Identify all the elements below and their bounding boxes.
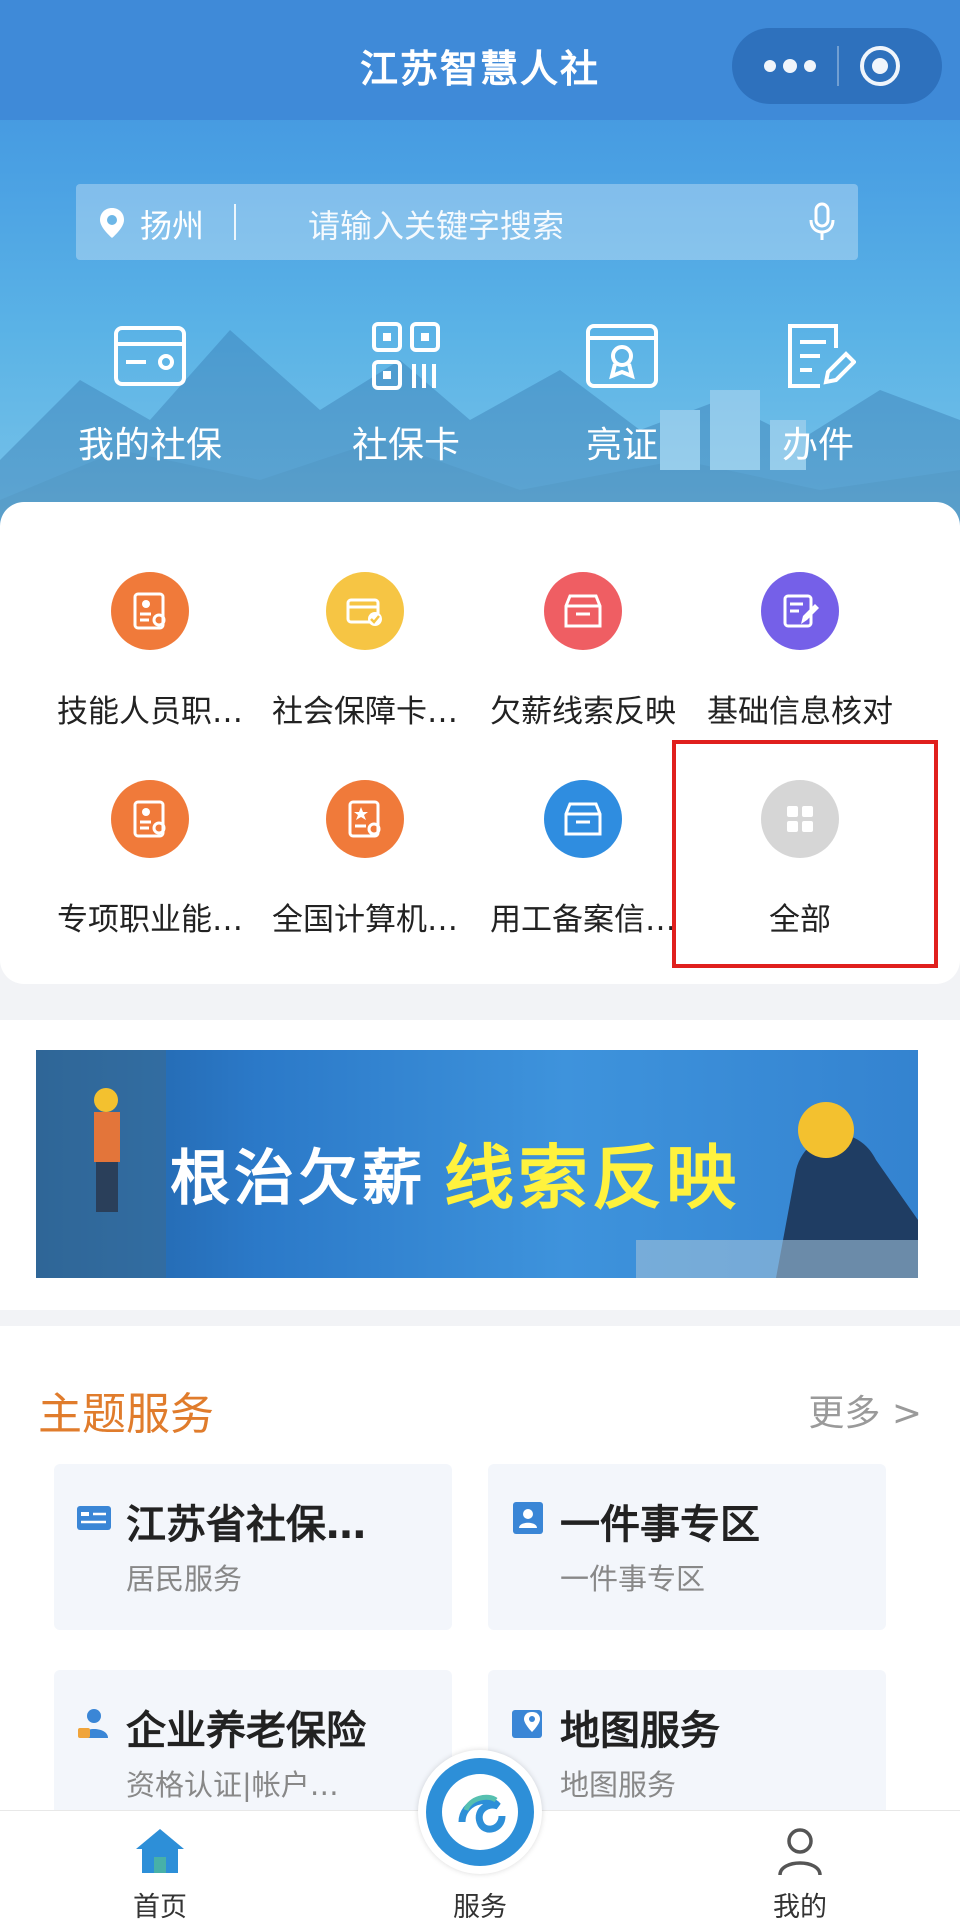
wage-arrears-banner[interactable]: 根治欠薪 线索反映 bbox=[36, 1050, 918, 1278]
pension-icon bbox=[78, 1709, 108, 1738]
tab-label: 我的 bbox=[773, 1892, 827, 1923]
service-label: 专项职业能… bbox=[57, 902, 243, 938]
close-target-icon[interactable] bbox=[858, 44, 902, 88]
edit-form-icon bbox=[761, 572, 839, 650]
quick-social-card[interactable]: 社保卡 bbox=[326, 318, 486, 468]
card-icon bbox=[114, 326, 186, 386]
theme-card-title: 企业养老保险 bbox=[126, 1708, 366, 1754]
service-vocational-cert[interactable]: 专项职业能… bbox=[40, 780, 260, 939]
edit-doc-icon bbox=[788, 324, 856, 388]
service-label: 全国计算机… bbox=[272, 902, 458, 938]
theme-card-subtitle: 地图服务 bbox=[560, 1768, 677, 1802]
quick-label: 办件 bbox=[781, 425, 854, 466]
tab-home[interactable]: 首页 bbox=[80, 1825, 240, 1924]
theme-card-subtitle: 资格认证|帐户… bbox=[126, 1768, 339, 1802]
service-info-verify[interactable]: 基础信息核对 bbox=[690, 572, 910, 731]
service-label: 用工备案信… bbox=[490, 902, 676, 938]
service-label: 社会保障卡… bbox=[272, 694, 458, 730]
service-label: 技能人员职… bbox=[57, 694, 243, 730]
service-employment-record[interactable]: 用工备案信… bbox=[473, 780, 693, 939]
theme-card-title: 江苏省社保… bbox=[126, 1502, 366, 1548]
person-badge-icon bbox=[513, 1502, 543, 1534]
search-bar[interactable]: 扬州 请输入关键字搜索 bbox=[76, 184, 858, 260]
quick-show-certificate[interactable]: 亮证 bbox=[542, 318, 702, 468]
capsule-divider bbox=[837, 46, 839, 86]
highlight-box bbox=[672, 740, 938, 968]
service-label: 基础信息核对 bbox=[707, 694, 893, 730]
tab-label: 服务 bbox=[453, 1892, 507, 1923]
more-link[interactable]: 更多 > bbox=[808, 1384, 922, 1436]
theme-card-title: 一件事专区 bbox=[560, 1502, 760, 1548]
service-skill-cert[interactable]: 技能人员职… bbox=[40, 572, 260, 731]
vocational-cert-icon bbox=[111, 780, 189, 858]
theme-card-one-thing[interactable]: 一件事专区 一件事专区 bbox=[488, 1464, 886, 1630]
mini-program-capsule bbox=[732, 28, 942, 104]
banner-text-white: 根治欠薪 bbox=[170, 1144, 426, 1214]
banner-section: 根治欠薪 线索反映 bbox=[0, 1020, 960, 1310]
id-card-icon bbox=[77, 1506, 111, 1530]
service-label: 欠薪线索反映 bbox=[490, 694, 676, 730]
computer-cert-icon bbox=[326, 780, 404, 858]
theme-title: 主题服务 bbox=[38, 1389, 214, 1440]
search-separator bbox=[234, 204, 236, 240]
service-wage-arrears[interactable]: 欠薪线索反映 bbox=[473, 572, 693, 731]
inbox-icon bbox=[544, 572, 622, 650]
qr-code-icon bbox=[372, 322, 440, 390]
theme-card-subtitle: 居民服务 bbox=[126, 1562, 243, 1596]
tab-label: 首页 bbox=[133, 1892, 187, 1923]
home-icon bbox=[136, 1829, 184, 1873]
location-pin-icon bbox=[100, 208, 124, 238]
microphone-icon[interactable] bbox=[808, 202, 836, 242]
map-pin-icon bbox=[512, 1710, 542, 1738]
quick-label: 亮证 bbox=[585, 425, 658, 466]
quick-label: 社保卡 bbox=[351, 425, 460, 466]
certificate-icon bbox=[586, 324, 658, 388]
quick-handle-affairs[interactable]: 办件 bbox=[738, 318, 898, 468]
inbox-icon bbox=[544, 780, 622, 858]
more-options-icon[interactable] bbox=[760, 50, 820, 82]
service-logo-button[interactable] bbox=[418, 1750, 542, 1874]
theme-card-social-security[interactable]: 江苏省社保… 居民服务 bbox=[54, 1464, 452, 1630]
search-input[interactable]: 请输入关键字搜索 bbox=[308, 201, 564, 247]
quick-label: 我的社保 bbox=[77, 425, 222, 466]
city-selector[interactable]: 扬州 bbox=[140, 201, 204, 247]
user-icon bbox=[778, 1828, 822, 1876]
quick-actions: 我的社保 社保卡 亮证 办件 bbox=[0, 318, 960, 468]
quick-my-social-security[interactable]: 我的社保 bbox=[70, 318, 230, 468]
skill-cert-icon bbox=[111, 572, 189, 650]
service-logo-icon bbox=[426, 1758, 534, 1866]
service-computer-cert[interactable]: 全国计算机… bbox=[255, 780, 475, 939]
card-check-icon bbox=[326, 572, 404, 650]
service-social-card[interactable]: 社会保障卡… bbox=[255, 572, 475, 731]
tab-mine[interactable]: 我的 bbox=[720, 1825, 880, 1924]
theme-card-title: 地图服务 bbox=[560, 1708, 720, 1754]
banner-text-yellow: 线索反映 bbox=[444, 1137, 740, 1219]
theme-card-subtitle: 一件事专区 bbox=[560, 1562, 706, 1596]
